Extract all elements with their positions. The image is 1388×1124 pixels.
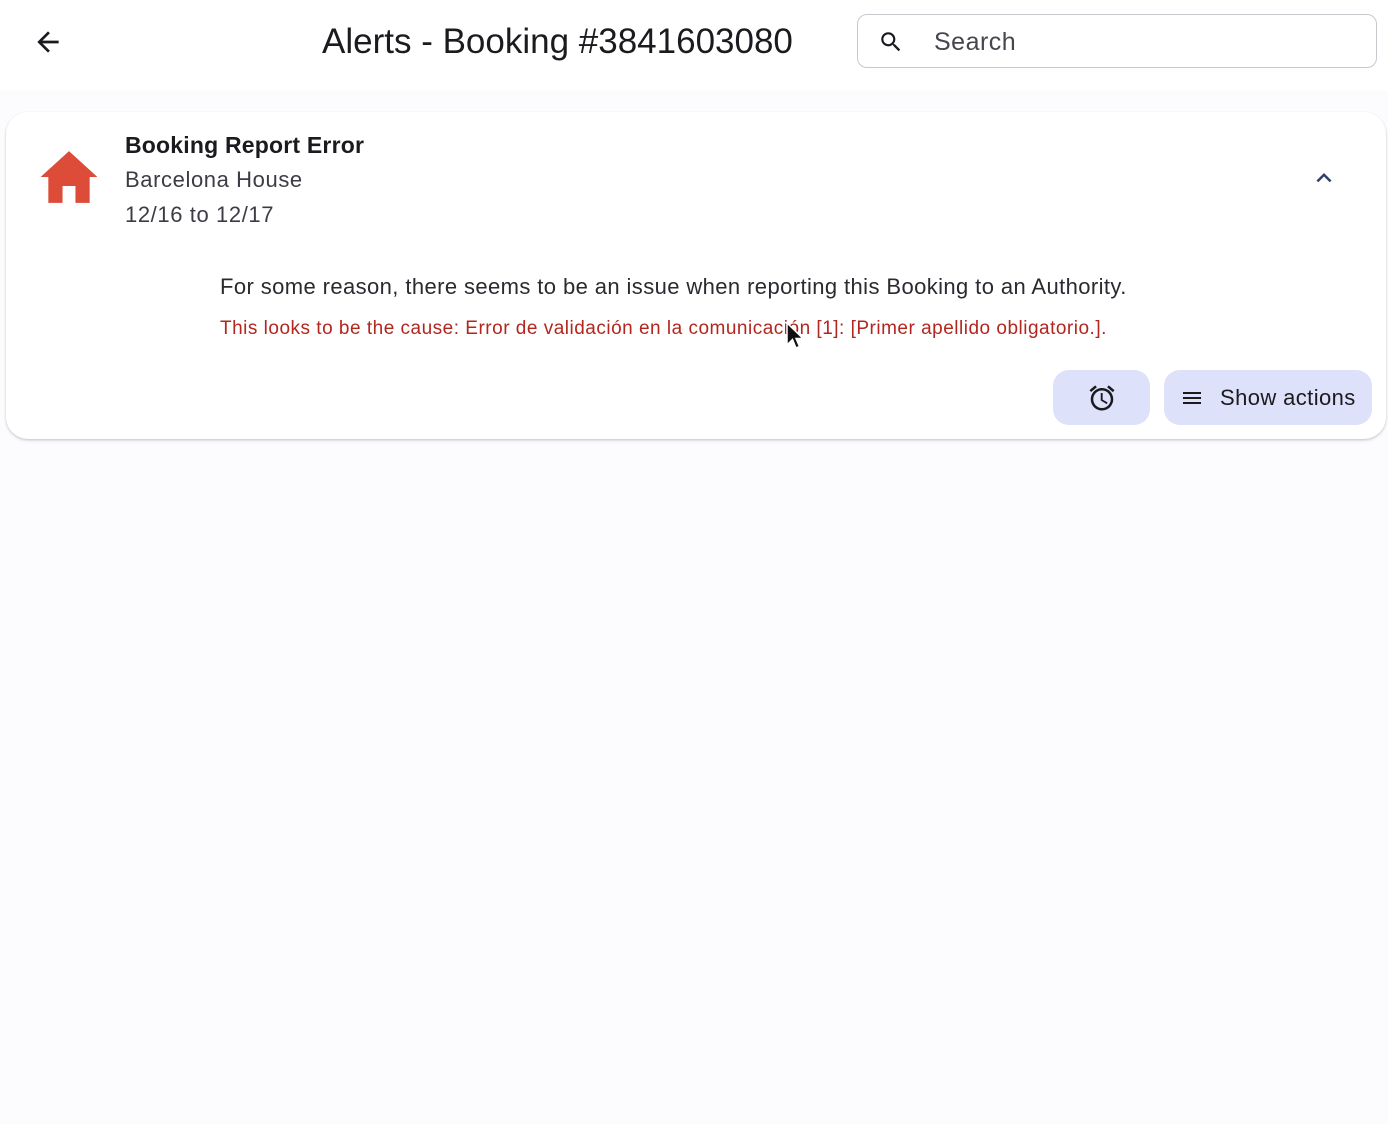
search-input[interactable]: [932, 23, 1356, 61]
app: Alerts - Booking #3841603080 Booking Rep…: [0, 0, 1388, 1124]
alert-dates: 12/16 to 12/17: [125, 202, 275, 227]
alert-message: For some reason, there seems to be an is…: [220, 274, 1127, 299]
alarm-clock-icon: [1089, 384, 1114, 410]
back-button[interactable]: [22, 20, 74, 64]
menu-icon: [1183, 391, 1201, 404]
alert-property: Barcelona House: [125, 167, 303, 192]
alert-card[interactable]: Booking Report Error Barcelona House 12/…: [6, 112, 1386, 439]
top-bar: Alerts - Booking #3841603080: [0, 0, 1388, 90]
arrow-left-icon: [37, 31, 59, 53]
search-bar: [857, 14, 1377, 68]
alert-cause: This looks to be the cause: Error de val…: [220, 318, 1107, 339]
chevron-up-icon: [1316, 173, 1332, 183]
show-actions-button[interactable]: Show actions: [1164, 370, 1372, 425]
home-icon: [40, 151, 98, 203]
show-actions-label: Show actions: [1220, 384, 1356, 410]
search-icon: [881, 32, 901, 52]
page-title: Alerts - Booking #3841603080: [322, 22, 793, 61]
alert-title: Booking Report Error: [125, 132, 365, 158]
collapse-button[interactable]: [1302, 160, 1346, 196]
snooze-button[interactable]: [1053, 370, 1150, 425]
